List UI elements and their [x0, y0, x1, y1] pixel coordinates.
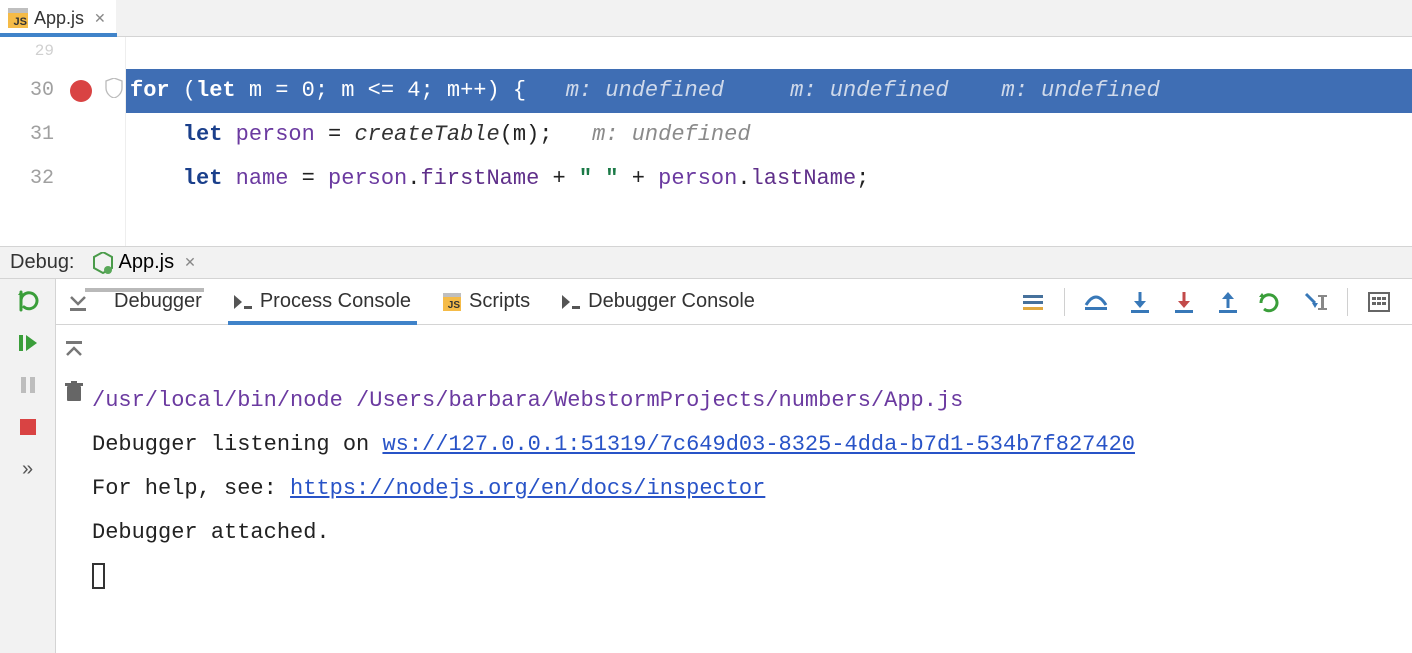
- terminal-icon: [234, 295, 252, 309]
- editor-tab-label: App.js: [34, 8, 84, 29]
- code-line-30[interactable]: for (let m = 0; m <= 4; m++) { m: undefi…: [126, 69, 1412, 113]
- line-number: 31: [0, 113, 60, 157]
- js-file-icon: [443, 293, 461, 311]
- breakpoint-gutter[interactable]: [60, 37, 102, 246]
- inline-hint: m: undefined: [592, 122, 750, 147]
- annotation-gutter: [102, 37, 126, 246]
- tab-debugger[interactable]: Debugger: [100, 279, 216, 324]
- debug-left-toolbar: »: [0, 279, 56, 653]
- console-side-toolbar: [56, 335, 92, 643]
- console-line: Debugger listening on ws://127.0.0.1:513…: [92, 432, 1135, 457]
- stop-button[interactable]: [14, 413, 42, 441]
- evaluate-at-cursor-button[interactable]: [1303, 289, 1329, 315]
- line-number: 30: [0, 69, 60, 113]
- step-over-button[interactable]: [1083, 289, 1109, 315]
- code-editor[interactable]: 29 30 31 32 for (let m = 0; m <= 4; m++)…: [0, 37, 1412, 247]
- resume-button[interactable]: [14, 329, 42, 357]
- force-step-into-button[interactable]: [1171, 289, 1197, 315]
- debug-stepping-toolbar: [1020, 288, 1412, 316]
- inline-hint: m: undefined: [1001, 78, 1159, 103]
- tab-debugger-console[interactable]: Debugger Console: [548, 279, 769, 324]
- rerun-button[interactable]: [14, 287, 42, 315]
- run-config-label: App.js: [119, 251, 175, 274]
- editor-tab-bar: App.js ✕: [0, 0, 1412, 37]
- trash-button[interactable]: [61, 379, 87, 405]
- code-line-31[interactable]: let person = createTable(m); m: undefine…: [126, 113, 1412, 157]
- close-icon[interactable]: ✕: [184, 254, 196, 271]
- js-file-icon: [8, 8, 28, 28]
- editor-tab-appjs[interactable]: App.js ✕: [0, 0, 116, 36]
- code-content[interactable]: for (let m = 0; m <= 4; m++) { m: undefi…: [126, 37, 1412, 246]
- console-line: For help, see: https://nodejs.org/en/doc…: [92, 476, 765, 501]
- terminal-icon: [562, 295, 580, 309]
- close-icon[interactable]: ✕: [94, 10, 106, 27]
- line-number: 29: [0, 41, 60, 69]
- scroll-to-top-button[interactable]: [61, 337, 87, 363]
- breakpoint-icon[interactable]: [70, 80, 92, 102]
- debug-label: Debug:: [10, 251, 75, 274]
- console-line: /usr/local/bin/node /Users/barbara/Webst…: [92, 388, 963, 413]
- shield-icon: [105, 78, 123, 105]
- inline-hint: m: undefined: [566, 78, 724, 103]
- debug-header: Debug: App.js ✕: [0, 247, 1412, 279]
- tab-process-console[interactable]: Process Console: [220, 279, 425, 324]
- cursor: [92, 563, 105, 589]
- help-link[interactable]: https://nodejs.org/en/docs/inspector: [290, 476, 765, 501]
- line-number-gutter: 29 30 31 32: [0, 37, 60, 246]
- debug-tab-bar: Debugger Process Console Scripts Debugge…: [56, 279, 1412, 325]
- evaluate-expression-button[interactable]: [1366, 289, 1392, 315]
- run-to-cursor-button[interactable]: [1259, 289, 1285, 315]
- step-out-button[interactable]: [1215, 289, 1241, 315]
- tab-scripts[interactable]: Scripts: [429, 279, 544, 324]
- ws-link[interactable]: ws://127.0.0.1:51319/7c649d03-8325-4dda-…: [382, 432, 1135, 457]
- inline-hint: m: undefined: [790, 78, 948, 103]
- pause-button[interactable]: [14, 371, 42, 399]
- step-into-button[interactable]: [1127, 289, 1153, 315]
- show-execution-point-button[interactable]: [1020, 289, 1046, 315]
- code-line-32[interactable]: let name = person.firstName + " " + pers…: [126, 157, 1412, 201]
- nodejs-icon: [93, 252, 113, 274]
- console-output[interactable]: /usr/local/bin/node /Users/barbara/Webst…: [56, 325, 1412, 653]
- run-configuration-tab[interactable]: App.js ✕: [85, 247, 204, 278]
- debug-panel: Debug: App.js ✕ »: [0, 247, 1412, 594]
- console-line: Debugger attached.: [92, 520, 330, 545]
- line-number: 32: [0, 157, 60, 201]
- scroll-to-end-button[interactable]: [60, 291, 96, 313]
- more-button[interactable]: »: [14, 455, 42, 483]
